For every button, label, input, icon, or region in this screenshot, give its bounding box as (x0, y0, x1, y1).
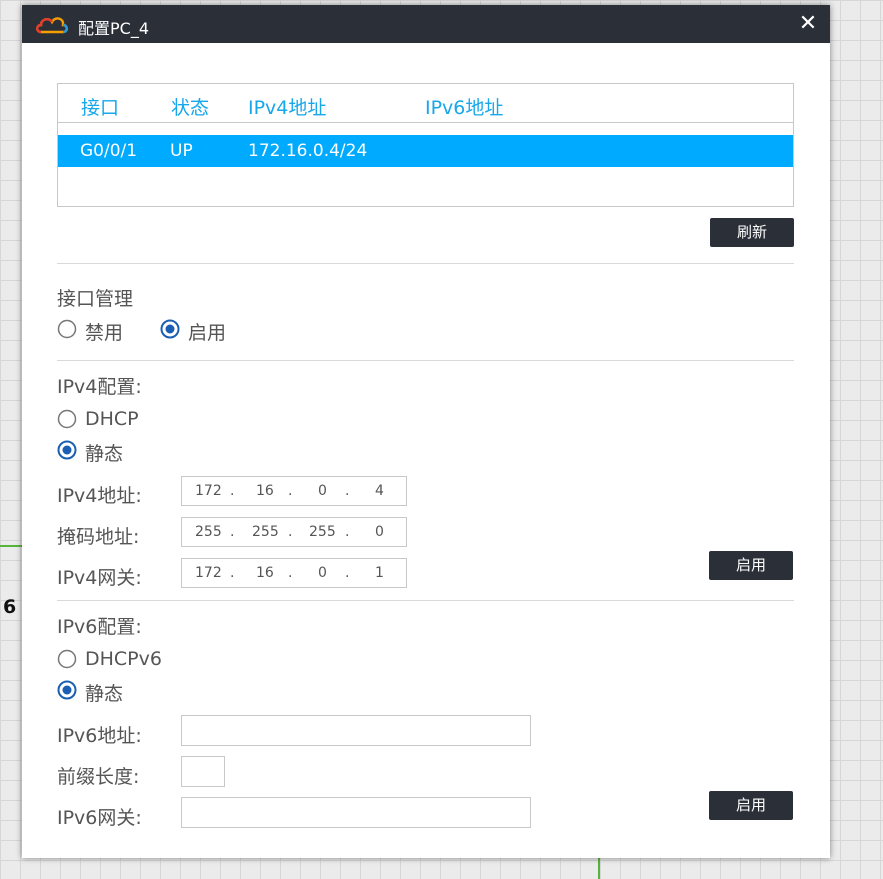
octet: 255 (309, 524, 336, 540)
octet: 0 (318, 565, 327, 581)
ipv4-apply-button[interactable]: 启用 (709, 551, 793, 580)
radio-ipv4-static[interactable] (57, 440, 77, 460)
octet: 172 (195, 565, 222, 581)
interface-mgmt-title: 接口管理 (57, 288, 134, 310)
ipv6-config-title: IPv6配置: (57, 616, 142, 638)
prefix-length-label: 前缀长度: (57, 766, 140, 788)
divider (57, 360, 794, 361)
radio-enable-label: 启用 (188, 322, 227, 344)
radio-dhcp[interactable] (57, 409, 77, 429)
cloud-icon (36, 17, 68, 34)
radio-ipv6-static-label: 静态 (85, 683, 124, 705)
column-header-ipv4: IPv4地址 (248, 97, 327, 119)
mask-label: 掩码地址: (57, 526, 140, 548)
cell-status: UP (170, 141, 193, 161)
column-header-ipv6: IPv6地址 (425, 97, 504, 119)
ipv4-config-title: IPv4配置: (57, 376, 142, 398)
octet: 172 (195, 483, 222, 499)
octet: 4 (375, 483, 384, 499)
title-bar[interactable]: 配置PC_4 ✕ (22, 5, 830, 43)
divider (57, 600, 794, 601)
ipv4-gateway-input[interactable]: 172 . 16 . 0 . 1 (181, 558, 407, 588)
interface-table: 接口 状态 IPv4地址 IPv6地址 G0/0/1 UP 172.16.0.4… (57, 83, 794, 207)
ipv6-apply-button[interactable]: 启用 (709, 791, 793, 820)
close-button[interactable]: ✕ (796, 11, 820, 37)
radio-disable-label: 禁用 (85, 322, 124, 344)
table-row[interactable]: G0/0/1 UP 172.16.0.4/24 (58, 135, 793, 167)
ipv4-gateway-label: IPv4网关: (57, 567, 142, 589)
radio-dhcpv6[interactable] (57, 649, 77, 669)
octet: 16 (256, 483, 274, 499)
ipv6-address-label: IPv6地址: (57, 725, 142, 747)
network-link-line (0, 545, 22, 547)
octet: 16 (256, 565, 274, 581)
table-header: 接口 状态 IPv4地址 IPv6地址 (58, 84, 793, 123)
cell-interface: G0/0/1 (80, 141, 138, 161)
radio-dhcpv6-label: DHCPv6 (85, 648, 162, 670)
close-icon: ✕ (798, 11, 818, 36)
cell-ipv4: 172.16.0.4/24 (248, 141, 368, 161)
octet: 255 (252, 524, 279, 540)
octet: 255 (195, 524, 222, 540)
config-dialog: 配置PC_4 ✕ 接口 状态 IPv4地址 IPv6地址 G0/0/1 UP 1… (22, 5, 830, 858)
radio-ipv4-static-label: 静态 (85, 443, 124, 465)
octet: 0 (318, 483, 327, 499)
octet: 1 (375, 565, 384, 581)
ipv6-gateway-input[interactable] (181, 797, 531, 828)
column-header-interface: 接口 (81, 97, 120, 119)
ipv4-address-label: IPv4地址: (57, 485, 142, 507)
radio-ipv6-static[interactable] (57, 680, 77, 700)
ipv6-address-input[interactable] (181, 715, 531, 746)
radio-disable[interactable] (57, 319, 77, 339)
canvas-device-label: 6 (3, 596, 17, 618)
column-header-status: 状态 (171, 97, 210, 119)
ipv4-address-input[interactable]: 172 . 16 . 0 . 4 (181, 476, 407, 506)
mask-input[interactable]: 255 . 255 . 255 . 0 (181, 517, 407, 547)
radio-dhcp-label: DHCP (85, 408, 139, 430)
prefix-length-input[interactable] (181, 756, 225, 787)
dialog-title: 配置PC_4 (78, 19, 150, 38)
ipv6-gateway-label: IPv6网关: (57, 807, 142, 829)
divider (57, 263, 794, 264)
radio-enable[interactable] (160, 319, 180, 339)
network-link-line (598, 858, 600, 879)
octet: 0 (375, 524, 384, 540)
refresh-button[interactable]: 刷新 (710, 218, 794, 247)
